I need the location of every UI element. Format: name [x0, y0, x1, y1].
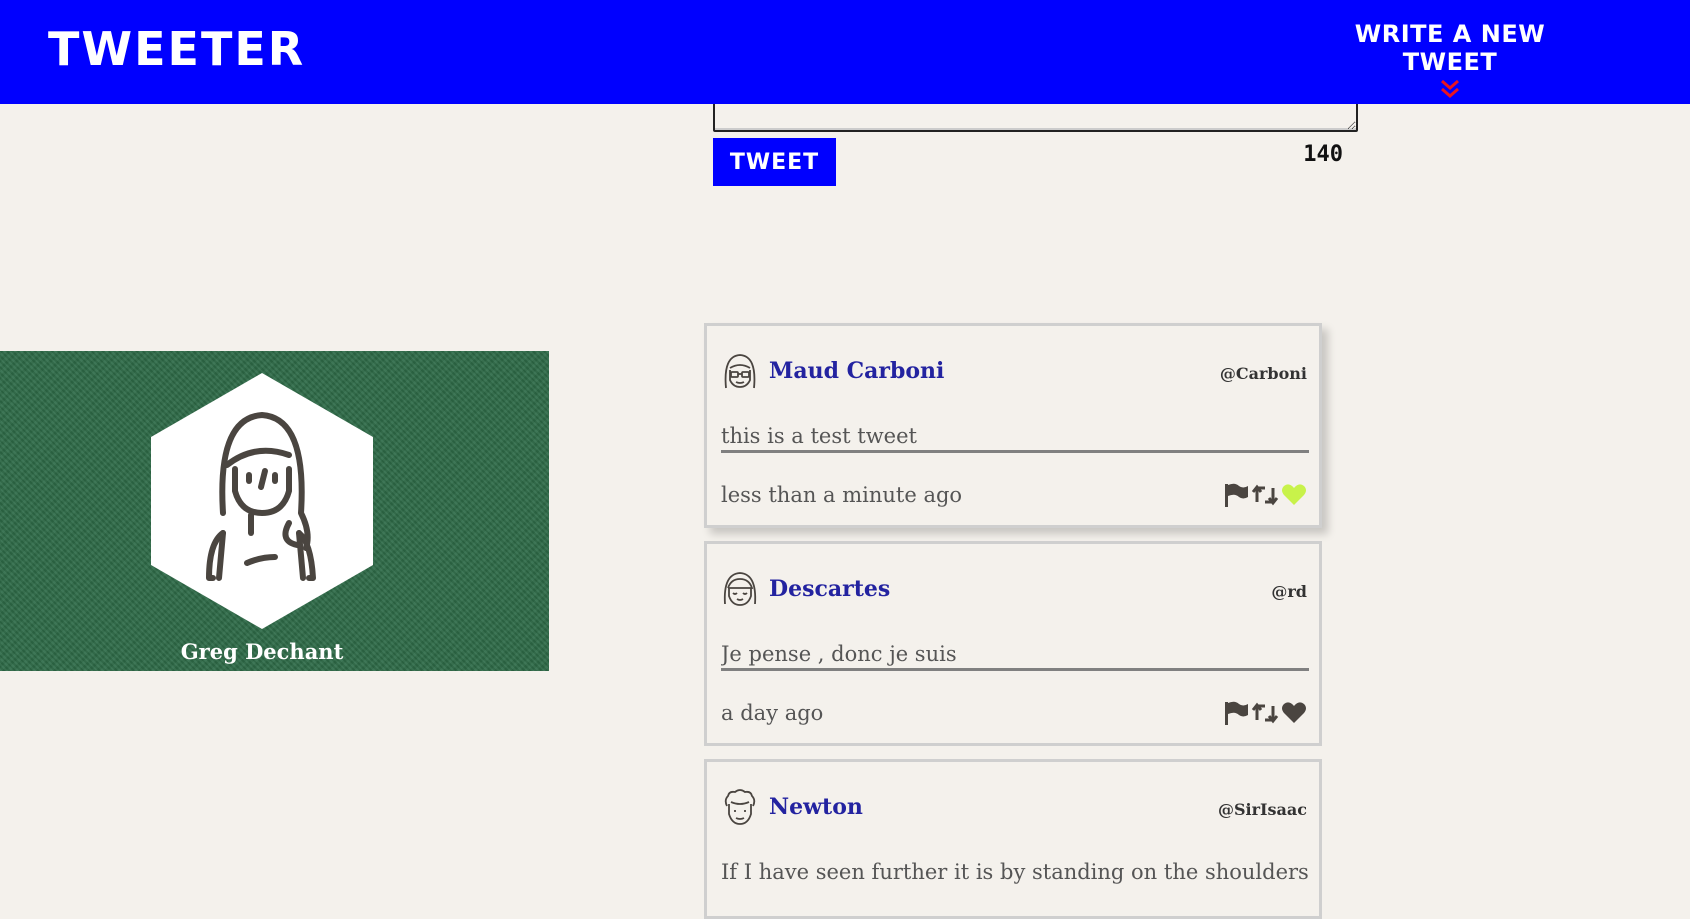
- write-new-tweet-label: Write a new tweet: [1354, 20, 1546, 76]
- tweet-card: Newton @SirIsaac If I have seen further …: [704, 759, 1322, 919]
- flag-icon[interactable]: [1223, 482, 1249, 512]
- profile-avatar: [151, 373, 373, 629]
- tweet-submit-button[interactable]: Tweet: [713, 138, 836, 186]
- tweet-card: Maud Carboni @Carboni this is a test twe…: [704, 323, 1322, 528]
- retweet-icon[interactable]: [1251, 700, 1279, 730]
- character-counter: 140: [1303, 142, 1343, 167]
- bangs-avatar-icon: [723, 572, 757, 606]
- tweet-handle[interactable]: @SirIsaac: [1218, 800, 1307, 819]
- tweet-content: If I have seen further it is by standing…: [721, 860, 1309, 884]
- heart-icon[interactable]: [1281, 483, 1307, 511]
- tweet-timestamp: less than a minute ago: [721, 483, 963, 507]
- write-new-tweet-toggle[interactable]: Write a new tweet: [1310, 20, 1590, 100]
- flag-icon[interactable]: [1223, 700, 1249, 730]
- tweet-author[interactable]: Newton: [769, 794, 863, 820]
- tweet-author[interactable]: Maud Carboni: [769, 358, 944, 384]
- heart-icon[interactable]: [1281, 701, 1307, 729]
- tweet-actions: [1223, 700, 1307, 730]
- brand-logo[interactable]: Tweeter: [48, 22, 305, 76]
- tweet-handle[interactable]: @Carboni: [1220, 364, 1307, 383]
- tweet-card: Descartes @rd Je pense , donc je suis a …: [704, 541, 1322, 746]
- curly-hair-avatar-icon: [724, 789, 756, 825]
- double-chevron-down-icon: [1441, 79, 1459, 98]
- profile-name: Greg Dechant: [180, 639, 344, 664]
- tweet-content: this is a test tweet: [721, 424, 1309, 453]
- tweet-content: Je pense , donc je suis: [721, 642, 1309, 671]
- retweet-icon[interactable]: [1251, 482, 1279, 512]
- navbar: Tweeter Write a new tweet: [0, 0, 1690, 104]
- glasses-avatar-icon: [724, 354, 756, 389]
- tweet-handle[interactable]: @rd: [1271, 582, 1307, 601]
- tweet-author[interactable]: Descartes: [769, 576, 890, 602]
- tweet-actions: [1223, 482, 1307, 512]
- tweet-timestamp: a day ago: [721, 701, 824, 725]
- profile-card: Greg Dechant: [0, 351, 549, 671]
